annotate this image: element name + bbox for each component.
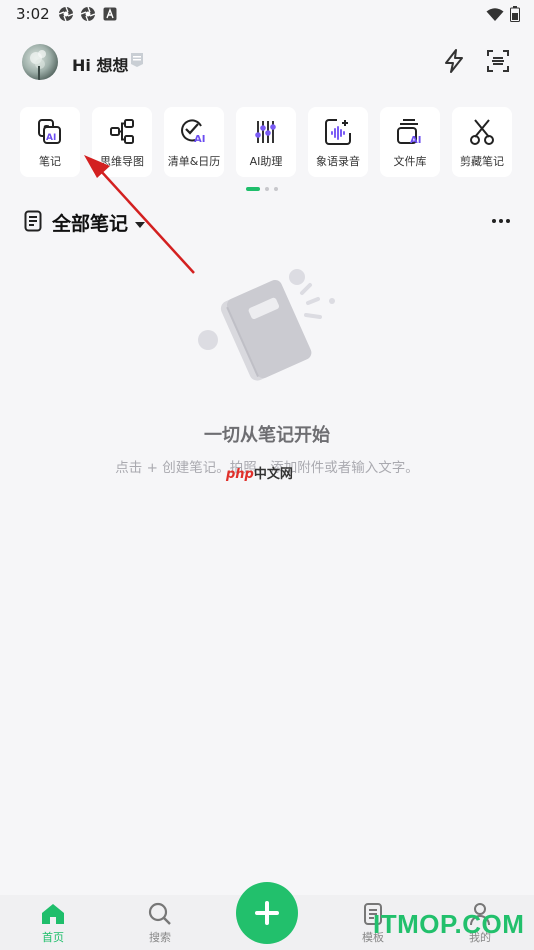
tool-label: 清单&日历 <box>167 155 221 168</box>
nav-label: 搜索 <box>149 931 171 944</box>
tool-ai-assistant[interactable]: AI助理 <box>236 107 296 177</box>
search-icon <box>147 901 173 927</box>
svg-text:AI: AI <box>410 135 421 146</box>
tool-label: AI助理 <box>249 155 283 168</box>
battery-icon <box>510 6 520 26</box>
system-icons <box>486 6 520 26</box>
pager-dot-active <box>246 187 260 191</box>
avatar[interactable] <box>22 44 58 80</box>
add-note-button[interactable] <box>236 882 298 944</box>
notes-section-header: 全部笔记 <box>22 207 516 237</box>
ai-note-icon: SAI <box>35 117 65 147</box>
tool-clip-note[interactable]: 剪藏笔记 <box>452 107 512 177</box>
member-badge-icon[interactable] <box>130 52 144 68</box>
notification-icons <box>58 6 118 22</box>
itmop-watermark: ITMOP.COM <box>373 909 525 939</box>
pager-dot <box>265 187 269 191</box>
aperture-icon <box>80 6 96 22</box>
header: Hi 想想 <box>0 40 534 86</box>
voice-record-icon <box>323 117 353 147</box>
nav-label: 首页 <box>42 931 64 944</box>
wifi-icon <box>486 7 504 26</box>
watermark-php-text: php <box>226 467 254 482</box>
tool-notes[interactable]: SAI 笔记 <box>20 107 80 177</box>
quick-tools: SAI 笔记 思维导图 AI 清单&日历 AI助理 象语录音 AI 文件库 <box>20 107 516 179</box>
clip-note-icon <box>467 117 497 147</box>
tool-label: 象语录音 <box>316 155 360 168</box>
more-options-icon[interactable] <box>488 211 514 231</box>
scan-icon[interactable] <box>485 48 511 74</box>
tool-checklist[interactable]: AI 清单&日历 <box>164 107 224 177</box>
lightning-icon[interactable] <box>441 48 467 74</box>
nav-search[interactable]: 搜索 <box>130 901 190 945</box>
checklist-ai-icon: AI <box>179 117 209 147</box>
empty-state-title: 一切从笔记开始 <box>204 425 330 446</box>
greeting-text: Hi 想想 <box>72 56 129 75</box>
plus-icon <box>255 901 279 925</box>
status-time: 3:02 <box>16 5 50 23</box>
status-bar: 3:02 <box>0 0 534 28</box>
tools-pager[interactable] <box>246 187 278 191</box>
tool-label: 思维导图 <box>100 155 144 168</box>
aperture-icon <box>58 6 74 22</box>
home-icon <box>40 901 66 927</box>
file-library-icon: AI <box>395 117 425 147</box>
mind-map-icon <box>107 117 137 147</box>
notes-filter-dropdown[interactable]: 全部笔记 <box>52 209 128 236</box>
nav-home[interactable]: 首页 <box>23 901 83 945</box>
watermark-cn-text: 中文网 <box>253 467 293 482</box>
pager-dot <box>274 187 278 191</box>
caret-down-icon[interactable] <box>134 215 146 228</box>
tool-mind-map[interactable]: 思维导图 <box>92 107 152 177</box>
php-cn-watermark: php中文网 <box>226 463 293 482</box>
tool-label: 文件库 <box>393 155 427 168</box>
ai-assistant-icon <box>251 117 281 147</box>
tool-voice-record[interactable]: 象语录音 <box>308 107 368 177</box>
tool-file-library[interactable]: AI 文件库 <box>380 107 440 177</box>
tool-label: 剪藏笔记 <box>460 155 504 168</box>
notebook-icon <box>24 210 42 232</box>
svg-text:AI: AI <box>46 133 56 143</box>
tool-label: 笔记 <box>39 155 61 168</box>
empty-notebook-illustration <box>190 265 350 385</box>
svg-text:AI: AI <box>194 134 205 145</box>
font-app-icon <box>102 6 118 22</box>
